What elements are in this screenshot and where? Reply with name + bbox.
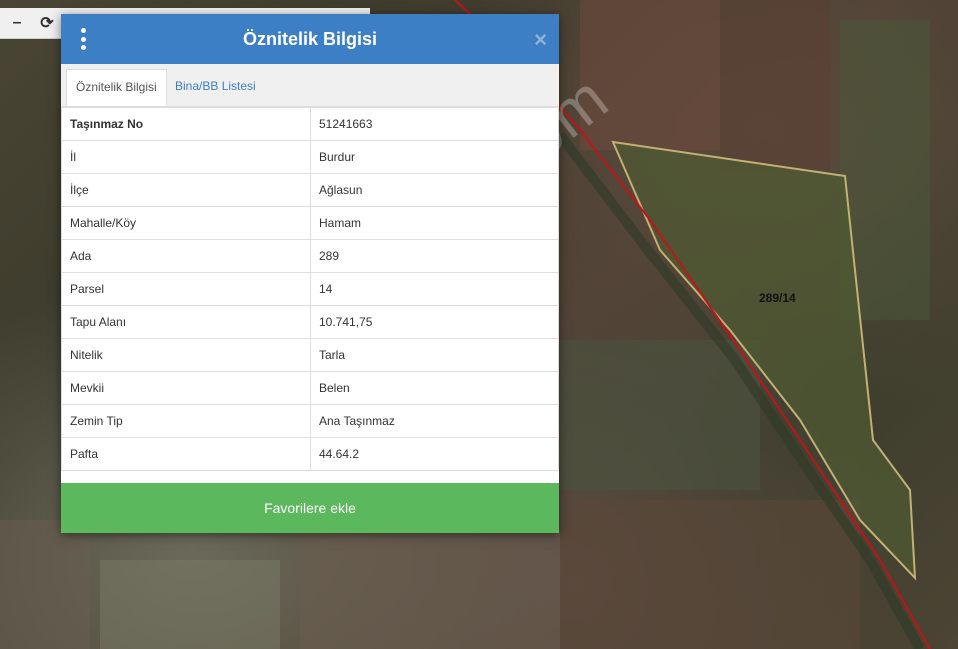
row-value: 44.64.2	[310, 437, 559, 471]
table-row: Mevkii Belen	[61, 371, 559, 405]
field-patch	[300, 530, 560, 649]
table-row: Tapu Alanı 10.741,75	[61, 305, 559, 339]
row-key: Tapu Alanı	[61, 305, 311, 339]
row-key: Pafta	[61, 437, 311, 471]
field-patch	[560, 500, 860, 649]
dialog-title: Öznitelik Bilgisi	[242, 28, 378, 49]
row-value: 10.741,75	[310, 305, 559, 339]
tab-attribute-info[interactable]: Öznitelik Bilgisi	[66, 69, 167, 106]
attribute-dialog: Öznitelik Bilgisi × Öznitelik Bilgisi Bi…	[61, 14, 559, 533]
close-icon[interactable]: ×	[534, 27, 547, 53]
field-patch	[100, 560, 280, 649]
row-value: 14	[310, 272, 559, 306]
tab-bar: Öznitelik Bilgisi Bina/BB Listesi	[61, 64, 559, 107]
row-value: Burdur	[310, 140, 559, 174]
table-row: İlçe Ağlasun	[61, 173, 559, 207]
row-key: Taşınmaz No	[61, 107, 311, 141]
row-key: Nitelik	[61, 338, 311, 372]
table-row: Zemin Tip Ana Taşınmaz	[61, 404, 559, 438]
row-value: Tarla	[310, 338, 559, 372]
table-row: Mahalle/Köy Hamam	[61, 206, 559, 240]
dialog-header: Öznitelik Bilgisi ×	[61, 14, 559, 64]
refresh-icon[interactable]: ⟳	[32, 8, 62, 38]
table-row: İl Burdur	[61, 140, 559, 174]
parcel-label: 289/14	[759, 291, 796, 305]
row-key: İlçe	[61, 173, 311, 207]
row-value: Ağlasun	[310, 173, 559, 207]
row-key: Mevkii	[61, 371, 311, 405]
field-patch	[720, 0, 830, 170]
row-key: Zemin Tip	[61, 404, 311, 438]
minus-icon[interactable]: –	[2, 8, 32, 38]
table-row: Pafta 44.64.2	[61, 437, 559, 471]
row-key: Mahalle/Köy	[61, 206, 311, 240]
row-value: 289	[310, 239, 559, 273]
table-row: Nitelik Tarla	[61, 338, 559, 372]
row-key: Ada	[61, 239, 311, 273]
attribute-table: Taşınmaz No 51241663 İl Burdur İlçe Ağla…	[61, 107, 559, 471]
tab-building-list[interactable]: Bina/BB Listesi	[166, 69, 265, 106]
row-key: Parsel	[61, 272, 311, 306]
row-key: İl	[61, 140, 311, 174]
row-value: Ana Taşınmaz	[310, 404, 559, 438]
add-to-favorites-button[interactable]: Favorilere ekle	[61, 483, 559, 533]
field-patch	[580, 0, 720, 150]
table-row: Taşınmaz No 51241663	[61, 107, 559, 141]
field-patch	[0, 520, 90, 649]
row-value: 51241663	[310, 107, 559, 141]
table-row: Parsel 14	[61, 272, 559, 306]
field-patch	[560, 340, 760, 490]
kebab-menu-icon[interactable]	[79, 28, 87, 50]
row-value: Belen	[310, 371, 559, 405]
row-value: Hamam	[310, 206, 559, 240]
table-row: Ada 289	[61, 239, 559, 273]
